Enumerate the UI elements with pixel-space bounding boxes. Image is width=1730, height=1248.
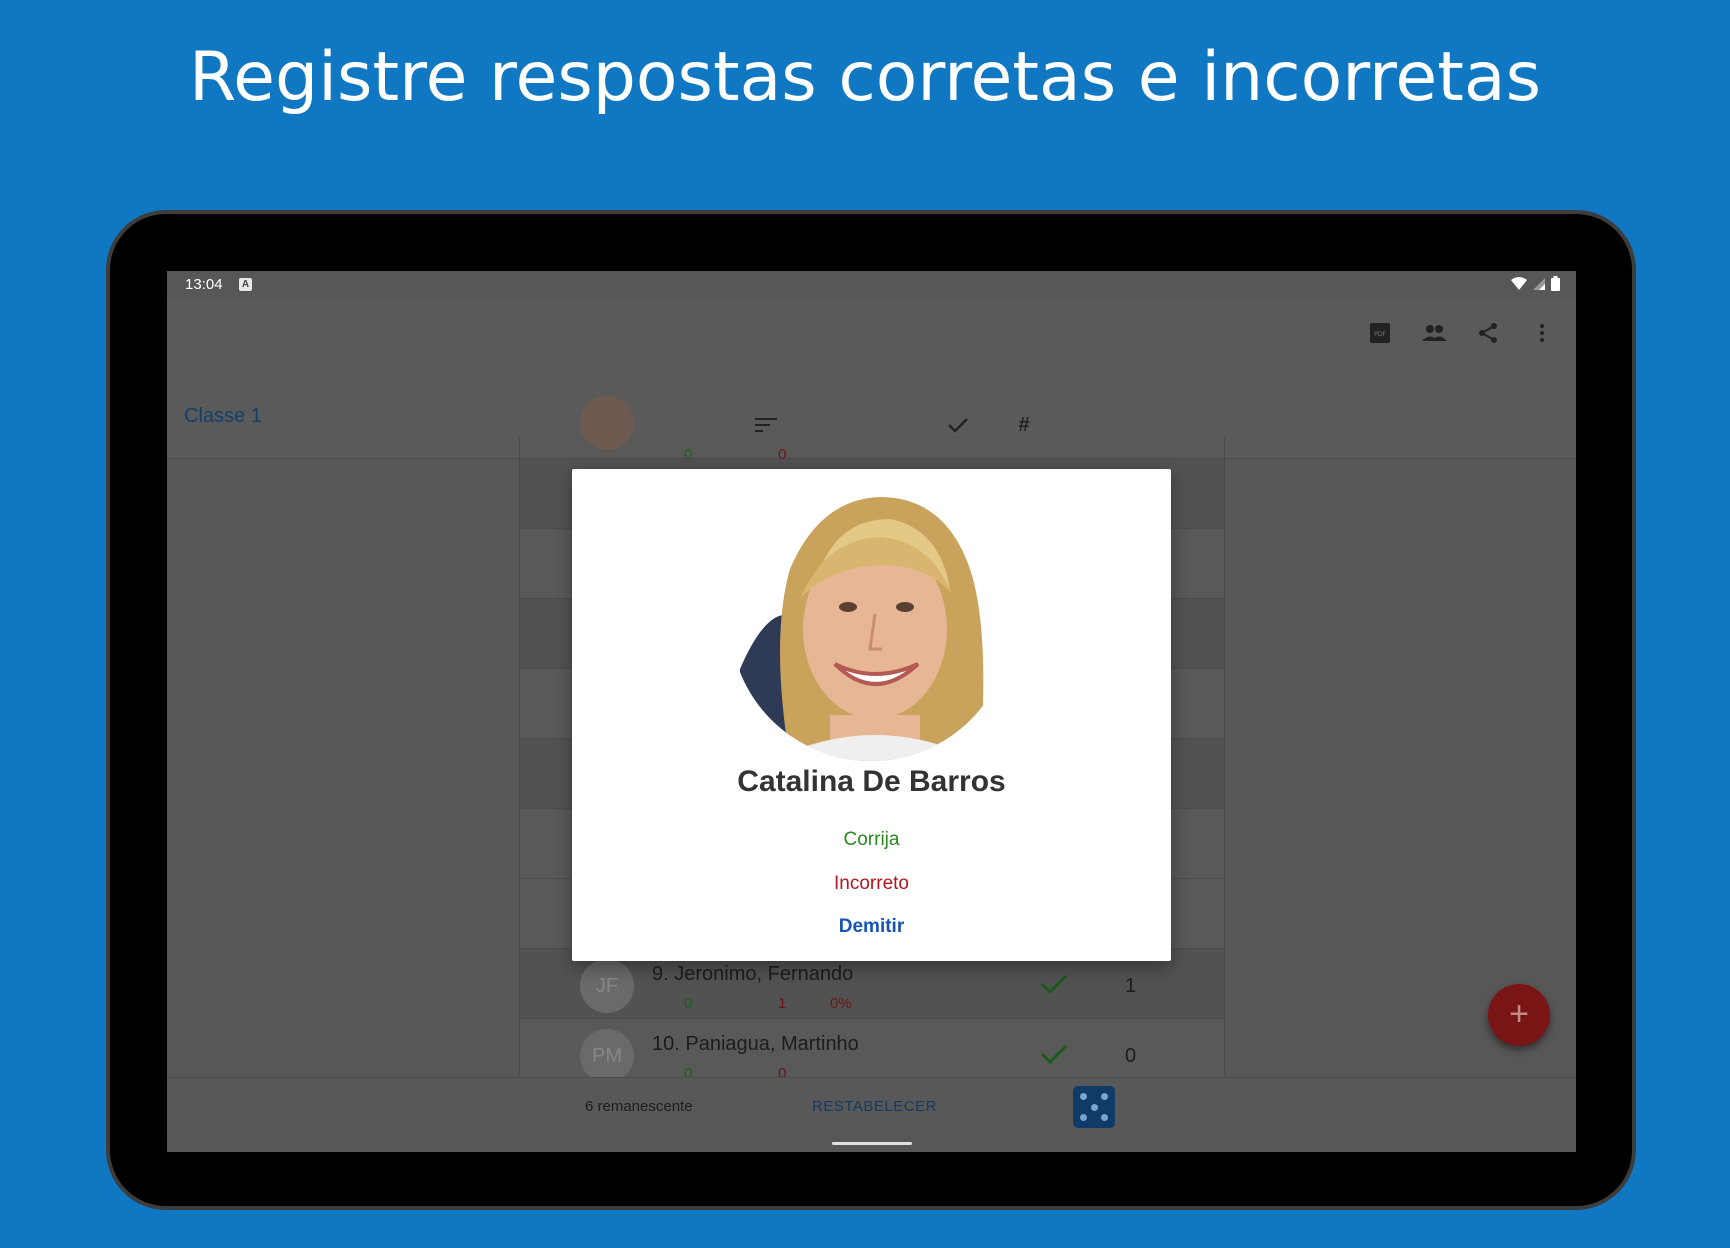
signal-icon — [1533, 277, 1545, 290]
battery-icon — [1551, 276, 1560, 291]
student-name: 9. Jeronimo, Fernando — [652, 963, 854, 985]
table-row[interactable]: 0 0 — [520, 396, 1224, 463]
status-time: 13:04 — [185, 276, 223, 293]
dice-icon[interactable] — [1073, 1086, 1115, 1128]
share-icon[interactable] — [1474, 319, 1502, 347]
reset-button[interactable]: RESTABELECER — [812, 1098, 937, 1115]
student-name: Catalina De Barros — [737, 765, 1006, 798]
dismiss-button[interactable]: Demitir — [572, 916, 1171, 938]
remaining-count: 6 remanescente — [585, 1098, 693, 1115]
correct-count: 0 — [684, 995, 693, 1012]
answer-count: 0 — [1125, 1045, 1137, 1067]
gesture-nav-handle[interactable] — [832, 1142, 912, 1145]
check-icon[interactable] — [1040, 973, 1068, 995]
percent-correct: 0% — [830, 995, 852, 1012]
correct-button[interactable]: Corrija — [572, 829, 1171, 851]
incorrect-count: 1 — [778, 995, 787, 1012]
avatar: JF — [580, 959, 634, 1013]
bottom-bar: 6 remanescente RESTABELECER — [167, 1077, 1576, 1133]
check-icon[interactable] — [1040, 1043, 1068, 1065]
app-bar-actions: PDF — [1366, 319, 1556, 347]
avatar — [580, 396, 634, 450]
student-dialog: Catalina De Barros Corrija Incorreto Dem… — [572, 469, 1171, 961]
incorrect-button[interactable]: Incorreto — [572, 873, 1171, 895]
answer-count: 1 — [1125, 975, 1137, 997]
avatar: PM — [580, 1029, 634, 1083]
svg-text:PDF: PDF — [1374, 331, 1386, 338]
student-name: 10. Paniagua, Martinho — [652, 1033, 859, 1055]
class-name[interactable]: Classe 1 — [184, 405, 262, 428]
add-button[interactable]: + — [1488, 984, 1550, 1046]
more-vert-icon[interactable] — [1528, 319, 1556, 347]
people-icon[interactable] — [1420, 319, 1448, 347]
pdf-icon[interactable]: PDF — [1366, 319, 1394, 347]
status-icons — [1511, 276, 1560, 291]
student-photo — [730, 479, 1012, 761]
status-bar: 13:04 A — [167, 271, 1576, 299]
wifi-icon — [1511, 276, 1527, 290]
notification-badge: A — [239, 278, 252, 291]
headline: Registre respostas corretas e incorretas — [188, 38, 1542, 117]
